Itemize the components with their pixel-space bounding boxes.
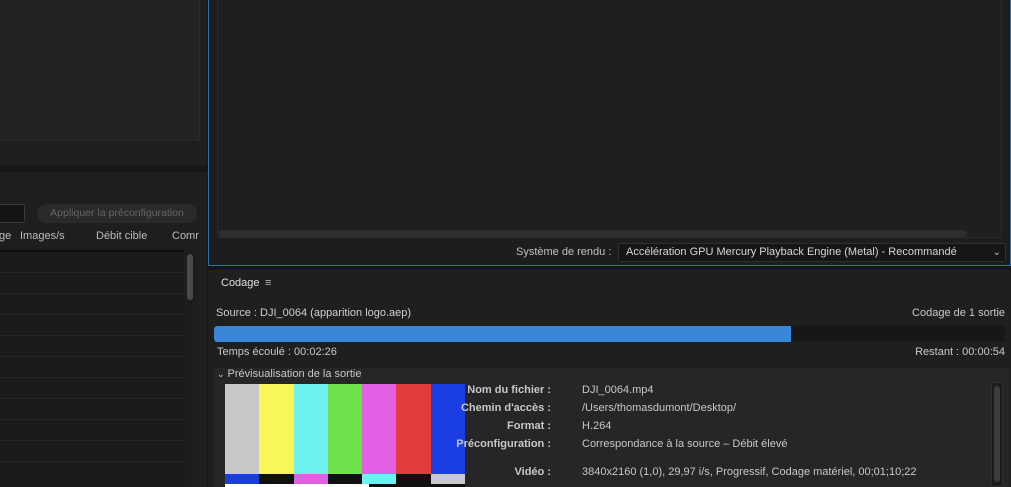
left-upper-panel <box>0 0 207 166</box>
color-bar <box>430 384 465 474</box>
color-bar <box>293 384 328 474</box>
list-item[interactable] <box>0 357 184 378</box>
column-header-size[interactable]: ge <box>0 230 11 242</box>
preview-panel: Système de rendu : Accélération GPU Merc… <box>208 0 1011 266</box>
list-item[interactable] <box>0 252 184 273</box>
output-preview-scrollbar[interactable] <box>991 382 1003 487</box>
color-bar-mid <box>327 474 363 484</box>
apply-preset-button[interactable]: Appliquer la préconfiguration <box>37 204 197 223</box>
output-preview-scrollbar-thumb[interactable] <box>994 386 1000 482</box>
color-bar-mid <box>225 474 260 484</box>
encoding-progress-fill <box>214 326 792 342</box>
color-bar-mid <box>293 474 328 484</box>
video-value: 3840x2160 (1,0), 29,97 i/s, Progressif, … <box>582 466 917 478</box>
color-bars-mid <box>225 474 465 484</box>
output-preview-thumbnail <box>225 384 465 487</box>
encoding-panel-title[interactable]: Codage <box>221 277 260 289</box>
queue-panel: Appliquer la préconfiguration ge Images/… <box>0 172 207 487</box>
color-bar-mid <box>396 474 431 484</box>
path-label: Chemin d'accès : <box>460 402 551 414</box>
list-item[interactable] <box>0 336 184 357</box>
list-item[interactable] <box>0 441 184 462</box>
renderer-select[interactable]: Accélération GPU Mercury Playback Engine… <box>618 243 1006 262</box>
path-value: /Users/thomasdumont/Desktop/ <box>582 402 737 414</box>
list-item[interactable] <box>0 315 184 336</box>
output-preview-toggle[interactable]: ⌄ Prévisualisation de la sortie <box>217 368 361 380</box>
preset-value: Correspondance à la source – Débit élevé <box>582 438 788 450</box>
color-bar <box>225 384 260 474</box>
encoding-panel: Codage ≡ Source : DJI_0064 (apparition l… <box>208 270 1011 487</box>
color-bar <box>327 384 363 474</box>
preview-horizontal-scrollbar[interactable] <box>219 230 967 237</box>
list-item[interactable] <box>0 294 184 315</box>
list-item[interactable] <box>0 399 184 420</box>
column-header-fps[interactable]: Images/s <box>20 230 65 242</box>
source-label: Source : DJI_0064 (apparition logo.aep) <box>216 307 412 319</box>
format-label: Format : <box>507 420 551 432</box>
queue-scrollbar[interactable] <box>186 250 194 487</box>
output-preview-section: ⌄ Prévisualisation de la sortie Nom du fi… <box>214 368 1009 487</box>
list-item[interactable] <box>0 273 184 294</box>
queue-scrollbar-thumb[interactable] <box>187 254 193 300</box>
color-bar <box>396 384 431 474</box>
file-name-label: Nom du fichier : <box>467 384 551 396</box>
renderer-label: Système de rendu : <box>516 246 612 258</box>
color-bar <box>259 384 294 474</box>
preset-label: Préconfiguration : <box>456 438 551 450</box>
color-bar-mid <box>430 474 465 484</box>
queue-list[interactable] <box>0 250 184 487</box>
column-header-target-bitrate[interactable]: Débit cible <box>96 230 147 242</box>
preset-search-input[interactable] <box>0 204 25 223</box>
list-item[interactable] <box>0 378 184 399</box>
color-bar-mid <box>259 474 294 484</box>
output-preview-label: Prévisualisation de la sortie <box>227 368 362 380</box>
chevron-down-icon: ⌄ <box>217 369 225 379</box>
file-name-value: DJI_0064.mp4 <box>582 384 654 396</box>
encoding-output-count: Codage de 1 sortie <box>912 307 1005 319</box>
format-value: H.264 <box>582 420 612 432</box>
encoding-progress-bar <box>214 326 1005 342</box>
video-label: Vidéo : <box>514 466 551 478</box>
panel-menu-icon[interactable]: ≡ <box>265 277 271 289</box>
color-bar-mid <box>362 474 397 484</box>
color-bar <box>362 384 397 474</box>
elapsed-time: Temps écoulé : 00:02:26 <box>217 346 337 358</box>
color-bars-main <box>225 384 465 474</box>
left-upper-panel-content <box>0 0 200 141</box>
list-item[interactable] <box>0 420 184 441</box>
preview-viewport <box>217 0 1002 238</box>
column-header-comment[interactable]: Comr <box>172 230 199 242</box>
renderer-select-value: Accélération GPU Mercury Playback Engine… <box>626 246 957 258</box>
remaining-time: Restant : 00:00:54 <box>915 346 1005 358</box>
chevron-down-icon: ⌄ <box>992 247 1001 258</box>
